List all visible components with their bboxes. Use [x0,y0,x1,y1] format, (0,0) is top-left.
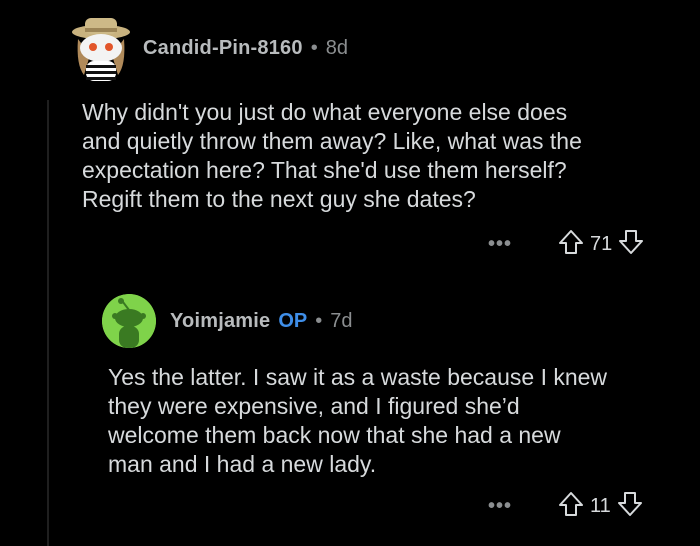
arrow-up-icon[interactable] [558,491,584,522]
comment-body-line: man and I had a new lady. [108,451,377,477]
username[interactable]: Candid-Pin-8160 [143,37,303,60]
avatar-snoo-green-icon[interactable] [102,294,156,348]
comment-header: Yoimjamie OP • 7d [102,294,353,348]
comment-actions: ••• 11 [488,491,643,522]
username[interactable]: Yoimjamie [170,310,270,333]
comment-age: 7d [330,309,353,332]
comment-body-line: they were expensive, and I figured she’d [108,393,520,419]
arrow-down-icon[interactable] [618,229,644,260]
vote-score: 71 [590,233,613,255]
avatar-snoo-hat-icon[interactable] [70,15,132,81]
comment-age: 8d [325,36,348,59]
comment-header: Candid-Pin-8160 • 8d [70,15,348,81]
vote-score: 11 [590,495,611,517]
arrow-up-icon[interactable] [558,229,584,260]
comment-body-line: Yes the latter. I saw it as a waste beca… [108,364,608,390]
thread-line [47,100,49,546]
op-badge: OP [278,309,308,332]
meta-separator: • [310,36,318,59]
comment-body-line: expectation here? That she'd use them he… [82,157,567,183]
comment-body: Yes the latter. I saw it as a waste beca… [108,363,607,479]
comment-body-line: Regift them to the next guy she dates? [82,186,476,212]
vote-controls: 71 [558,229,644,260]
comment-body-line: welcome them back now that she had a new [108,422,561,448]
comment-body-line: Why didn't you just do what everyone els… [82,99,568,125]
comment-actions: ••• 71 [488,229,644,260]
arrow-down-icon[interactable] [617,491,643,522]
more-options-button[interactable]: ••• [488,495,512,518]
meta-separator: • [315,309,323,332]
vote-controls: 11 [558,491,643,522]
comment-body-line: and quietly throw them away? Like, what … [82,128,582,154]
more-options-button[interactable]: ••• [488,233,512,256]
comment-body: Why didn't you just do what everyone els… [82,98,582,214]
